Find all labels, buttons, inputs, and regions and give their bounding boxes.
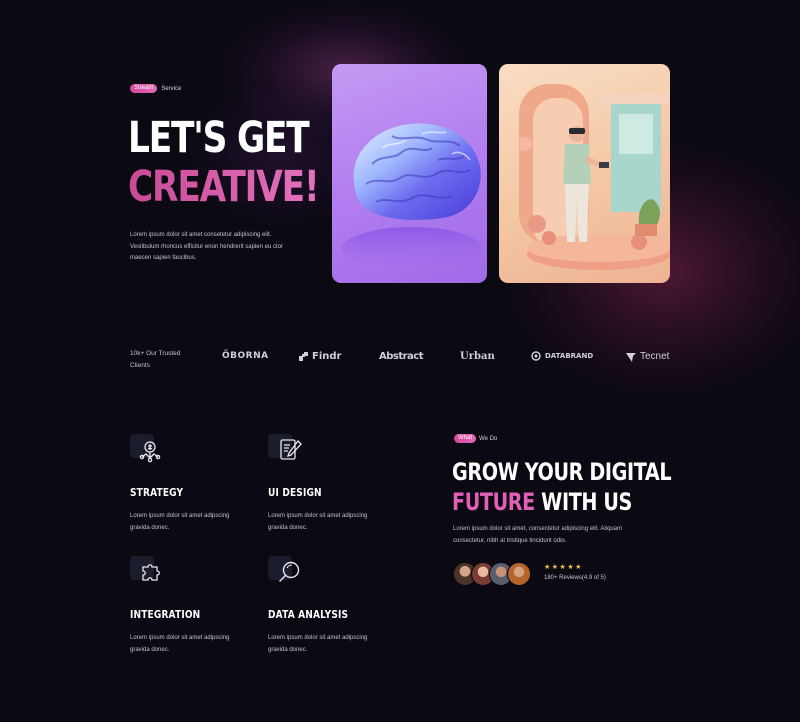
hero-title: LET'S GET CREATIVE! xyxy=(128,113,320,212)
brain-image xyxy=(332,64,487,283)
hero-tag: Stream Service xyxy=(130,84,181,93)
hero-tag-text: Service xyxy=(161,85,182,92)
client-logo-databrand: DATABRAND xyxy=(531,351,593,361)
hero-tag-pill: Stream xyxy=(130,84,158,93)
magnifier-icon xyxy=(279,561,300,582)
hero-title-line2: CREATIVE! xyxy=(128,162,320,212)
databrand-mark-icon xyxy=(531,351,541,361)
service-desc-data-analysis: Lorem ipsum dolor sit amet adipscing gra… xyxy=(268,635,368,653)
what-we-do-tag-text: We Do xyxy=(479,435,498,442)
findr-mark-icon xyxy=(299,352,308,361)
what-we-do-title-line1: GROW YOUR DIGITAL xyxy=(452,458,672,486)
what-we-do-title: GROW YOUR DIGITAL FUTURE WITH US xyxy=(452,457,672,517)
what-we-do-title-rest: WITH US xyxy=(534,488,632,516)
service-desc-ui-design: Lorem ipsum dolor sit amet adipscing gra… xyxy=(268,513,368,531)
tecnet-mark-icon xyxy=(626,352,636,362)
hero-description: Lorem ipsum dolor sit amet consetetur ad… xyxy=(130,232,283,261)
client-logo-findr: Findr xyxy=(299,351,341,362)
ui-design-icon xyxy=(280,439,302,460)
client-logo-tecnet: Tecnet xyxy=(626,351,669,362)
strategy-icon xyxy=(139,441,161,463)
customer-avatars xyxy=(453,562,531,586)
client-logo-oborna: ÖBORNA xyxy=(222,351,269,361)
service-desc-integration: Lorem ipsum dolor sit amet adipscing gra… xyxy=(130,635,230,653)
what-we-do-pill: What xyxy=(454,434,477,443)
service-title-strategy: STRATEGY xyxy=(130,486,184,499)
avatar xyxy=(507,562,531,586)
puzzle-icon xyxy=(142,564,160,581)
client-logo-abstract: Abstract xyxy=(379,351,424,362)
what-we-do-title-pink: FUTURE xyxy=(452,488,535,516)
service-desc-strategy: Lorem ipsum dolor sit amet adipscing gra… xyxy=(130,513,230,531)
reviews-count: 180+ Reviews(4.9 of 5) xyxy=(544,575,606,581)
service-title-ui-design: UI DESIGN xyxy=(268,486,322,499)
what-we-do-tag: What We Do xyxy=(454,434,497,443)
service-title-data-analysis: DATA ANALYSIS xyxy=(268,608,349,621)
what-we-do-description: Lorem ipsum dolor sit amet, consectetur … xyxy=(453,526,623,544)
what-we-do-title-line2: FUTURE WITH US xyxy=(452,487,671,517)
clients-label: 10k+ Our Trusted Clients xyxy=(130,350,181,369)
vr-illustration-image xyxy=(499,64,670,283)
hero-title-line1: LET'S GET xyxy=(128,113,310,163)
service-title-integration: INTEGRATION xyxy=(130,608,201,621)
client-logo-urban: Urban xyxy=(460,351,495,362)
rating-stars: ★★★★★ xyxy=(544,564,583,571)
